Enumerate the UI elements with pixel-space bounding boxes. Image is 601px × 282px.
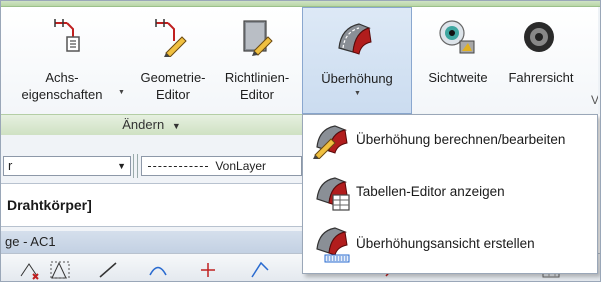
layer-select[interactable]: r ▼: [3, 156, 131, 176]
superelevation-edit-icon: [313, 125, 348, 159]
document-tab-label: ge - AC1: [5, 234, 56, 249]
guideline-editor-label: Richtlinien- Editor: [224, 70, 290, 102]
rotate-icon[interactable]: [197, 260, 219, 280]
geometry-editor-icon: [155, 19, 187, 57]
menu-item-show-table-editor[interactable]: Tabellen-Editor anzeigen: [303, 167, 597, 217]
driver-view-button[interactable]: Fahrersicht: [497, 7, 585, 114]
menu-item-create-superelevation-view[interactable]: Überhöhungsansicht erstellen: [303, 219, 597, 269]
document-tab[interactable]: ge - AC1: [1, 231, 302, 253]
superelevation-icon: [338, 23, 372, 55]
command-line-text: Drahtkörper]: [7, 197, 92, 213]
superelevation-dropdown-menu: Überhöhung berechnen/bearbeiten Tabellen…: [302, 114, 598, 274]
layer-select-value: r: [8, 158, 13, 173]
geometry-editor-label: Geometrie- Editor: [140, 70, 206, 102]
arc-icon[interactable]: [147, 260, 169, 280]
table-editor-icon: [316, 177, 350, 211]
superelevation-label: Überhöhung: [321, 71, 393, 86]
guideline-editor-icon: [243, 20, 273, 56]
linetype-select-value: VonLayer: [215, 159, 267, 173]
sight-distance-label: Sichtweite: [428, 70, 488, 85]
chevron-down-icon[interactable]: ▼: [118, 89, 125, 96]
command-line[interactable]: Drahtkörper]: [1, 183, 302, 227]
line-icon[interactable]: [97, 260, 119, 280]
linetype-preview-icon: [148, 166, 208, 168]
chevron-down-icon[interactable]: ▼: [354, 90, 361, 97]
modify-panel-label[interactable]: Ändern ▼: [1, 114, 302, 135]
menu-item-label: Überhöhung berechnen/bearbeiten: [356, 132, 566, 147]
move-icon[interactable]: [249, 260, 271, 280]
dimension-icon[interactable]: [19, 260, 41, 280]
chevron-down-icon: ▼: [117, 161, 126, 171]
driver-view-label: Fahrersicht: [508, 70, 574, 85]
chevron-down-icon: ▼: [171, 121, 181, 131]
ribbon-panel: Achs-eigenschaften ▼ Geometrie- Editor Ri…: [1, 7, 600, 114]
menu-item-label: Überhöhungsansicht erstellen: [356, 236, 535, 251]
linetype-select[interactable]: VonLayer: [141, 156, 302, 176]
menu-item-calculate-edit-superelevation[interactable]: Überhöhung berechnen/bearbeiten: [303, 115, 597, 165]
alignment-properties-button[interactable]: Achs-eigenschaften ▼: [1, 7, 125, 114]
angle-dimension-icon[interactable]: [49, 260, 71, 280]
superelevation-button[interactable]: Überhöhung ▼: [302, 7, 412, 114]
toolbar-separator: [133, 154, 138, 178]
driver-view-icon: [524, 22, 554, 52]
superelevation-view-icon: [316, 227, 350, 263]
sight-distance-icon: [439, 20, 475, 54]
sight-distance-button[interactable]: Sichtweite: [420, 7, 496, 114]
modify-panel-text: Ändern: [122, 117, 165, 132]
guideline-editor-button[interactable]: Richtlinien- Editor: [216, 7, 298, 114]
geometry-editor-button[interactable]: Geometrie- Editor: [130, 7, 216, 114]
alignment-properties-icon: [54, 19, 80, 52]
autocad-window: Achs-eigenschaften ▼ Geometrie- Editor Ri…: [0, 0, 601, 282]
menu-item-label: Tabellen-Editor anzeigen: [356, 184, 505, 199]
alignment-properties-label: Achs-eigenschaften: [21, 70, 103, 102]
